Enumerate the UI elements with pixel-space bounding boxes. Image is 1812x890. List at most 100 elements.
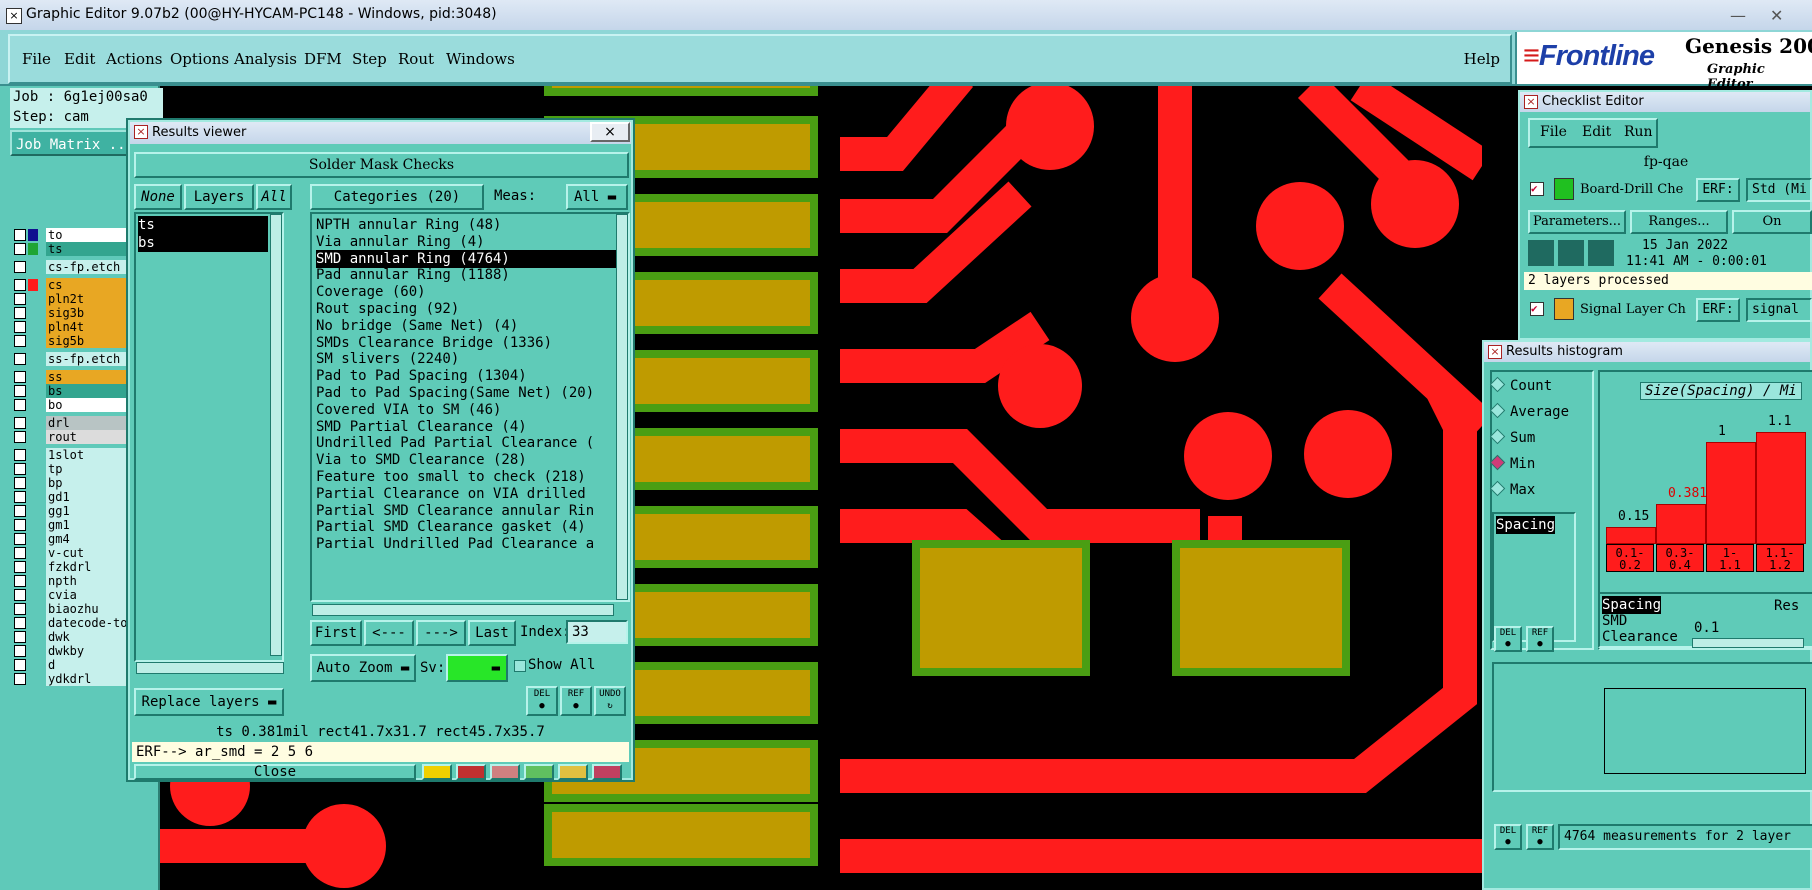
menu-windows[interactable]: Windows	[446, 50, 515, 68]
histogram-icon[interactable]	[592, 764, 622, 780]
layer-checkbox[interactable]	[14, 307, 26, 319]
layer-name[interactable]: pln4t	[46, 320, 130, 334]
layer-name[interactable]: datecode-to	[46, 616, 130, 630]
stat-list[interactable]: Spacing	[1492, 512, 1576, 642]
layer-row-cs[interactable]: cs➚	[12, 277, 133, 292]
layer-row-biaozhu[interactable]: biaozhu	[12, 602, 130, 616]
layer-checkbox[interactable]	[14, 321, 26, 333]
list-item[interactable]: Coverage (60)	[316, 283, 616, 301]
layer-checkbox[interactable]	[14, 659, 26, 671]
row2-checkbox[interactable]: ✔	[1530, 302, 1544, 316]
layer-checkbox[interactable]	[14, 279, 26, 291]
category-list-hscrollbar[interactable]	[312, 604, 614, 616]
mode-radio-min[interactable]: Min	[1489, 454, 1535, 472]
tool-icon-4[interactable]	[524, 764, 554, 780]
layer-row-pln4t[interactable]: pln4t➚	[12, 319, 133, 334]
layer-name[interactable]: d	[46, 658, 130, 672]
layer-row-tp[interactable]: tp	[12, 462, 130, 476]
layer-checkbox[interactable]	[14, 243, 26, 255]
layer-name[interactable]: pln2t	[46, 292, 130, 306]
checklist-menu-file[interactable]: File	[1540, 124, 1567, 140]
ref-button[interactable]: REF ●	[560, 686, 592, 716]
layer-checkbox[interactable]	[14, 645, 26, 657]
row1-erf-value[interactable]: Std (Mi	[1746, 178, 1812, 202]
layer-checkbox[interactable]	[14, 575, 26, 587]
list-item[interactable]: Clearance	[1602, 628, 1678, 646]
next-button[interactable]: --->	[416, 620, 466, 646]
menu-help[interactable]: Help	[1464, 50, 1500, 68]
menu-file[interactable]: File	[22, 50, 51, 68]
layer-checkbox[interactable]	[14, 463, 26, 475]
layer-name[interactable]: cs-fp.etch	[46, 260, 130, 274]
histogram-bar[interactable]	[1756, 432, 1806, 544]
show-all-checkbox[interactable]	[514, 660, 526, 672]
none-button[interactable]: None	[134, 184, 182, 210]
layer-checkbox[interactable]	[14, 431, 26, 443]
layer-name[interactable]: ss	[46, 370, 130, 384]
mode-radio-max[interactable]: Max	[1489, 480, 1535, 498]
layer-checkbox[interactable]	[14, 399, 26, 411]
row1-erf-button[interactable]: ERF:	[1696, 178, 1740, 202]
list-item[interactable]: SM slivers (2240)	[316, 350, 616, 368]
layer-checkbox[interactable]	[14, 631, 26, 643]
undo-button[interactable]: UNDO ↻	[594, 686, 626, 716]
layer-row-ss-fp.etch[interactable]: ss-fp.etch	[12, 352, 130, 366]
layer-name[interactable]: bp	[46, 476, 130, 490]
close-button[interactable]: Close	[134, 764, 416, 780]
layer-list-hscrollbar[interactable]	[136, 662, 284, 674]
list-item[interactable]: Partial Clearance on VIA drilled	[316, 485, 616, 503]
layer-checkbox[interactable]	[14, 293, 26, 305]
layer-checkbox[interactable]	[14, 335, 26, 347]
list-item[interactable]: No bridge (Same Net) (4)	[316, 317, 616, 335]
ranges-button[interactable]: Ranges...	[1630, 210, 1728, 234]
layer-row-gd1[interactable]: gd1➚	[12, 489, 133, 504]
layer-checkbox[interactable]	[14, 603, 26, 615]
layer-checkbox[interactable]	[14, 533, 26, 545]
layer-name[interactable]: ss-fp.etch	[46, 352, 130, 366]
layer-name[interactable]: rout	[46, 430, 130, 444]
menu-dfm[interactable]: DFM	[304, 50, 342, 68]
layer-row-to[interactable]: to➚	[12, 227, 133, 242]
categories-button[interactable]: Categories (20)	[310, 184, 484, 210]
histogram-bar[interactable]	[1606, 527, 1656, 544]
on-button[interactable]: On	[1732, 210, 1812, 234]
layer-row-pln2t[interactable]: pln2t➚	[12, 291, 133, 306]
layer-name[interactable]: biaozhu	[46, 602, 130, 616]
row2-label[interactable]: Signal Layer Ch	[1580, 302, 1686, 317]
close-x-button[interactable]: ×	[590, 122, 630, 142]
layer-row-sig5b[interactable]: sig5b➚	[12, 333, 133, 348]
layer-name[interactable]: bo	[46, 398, 130, 412]
layer-checkbox[interactable]	[14, 229, 26, 241]
layer-checkbox[interactable]	[14, 561, 26, 573]
layer-row-rout[interactable]: rout	[12, 430, 130, 444]
category-list-scrollbar[interactable]	[616, 214, 628, 600]
row2-erf-button[interactable]: ERF:	[1696, 298, 1740, 322]
layer-name[interactable]: gg1	[46, 504, 130, 518]
layer-row-cs-fp.etch[interactable]: cs-fp.etch	[12, 260, 130, 274]
footer-ref-button[interactable]: REF ●	[1526, 824, 1554, 850]
list-item[interactable]: Covered VIA to SM (46)	[316, 401, 616, 419]
menu-rout[interactable]: Rout	[398, 50, 434, 68]
menu-analysis[interactable]: Analysis	[234, 50, 297, 68]
layer-row-bp[interactable]: bp	[12, 476, 130, 490]
menu-edit[interactable]: Edit	[64, 50, 95, 68]
histogram-bar[interactable]	[1706, 442, 1756, 544]
layer-name[interactable]: bs	[46, 384, 130, 398]
sv-color-dropdown[interactable]: ▬	[446, 654, 508, 682]
layer-name[interactable]: dwk	[46, 630, 130, 644]
layer-name[interactable]: drl	[46, 416, 130, 430]
mode-radio-count[interactable]: Count	[1489, 376, 1552, 394]
layer-name[interactable]: gd1	[46, 490, 130, 504]
layer-row-1slot[interactable]: 1slot	[12, 448, 130, 462]
list-item[interactable]: Pad to Pad Spacing (1304)	[316, 367, 616, 385]
layer-row-v-cut[interactable]: v-cut	[12, 546, 130, 560]
layer-row-d[interactable]: d	[12, 658, 130, 672]
layer-checkbox[interactable]	[14, 417, 26, 429]
layer-row-npth[interactable]: npth	[12, 574, 130, 588]
layer-checkbox[interactable]	[14, 353, 26, 365]
layer-checkbox[interactable]	[14, 385, 26, 397]
histogram-ref-button[interactable]: REF ●	[1526, 626, 1554, 652]
layer-checkbox[interactable]	[14, 491, 26, 503]
checklist-menu-edit[interactable]: Edit	[1582, 124, 1611, 140]
layer-row-gm1[interactable]: gm1➚	[12, 517, 133, 532]
